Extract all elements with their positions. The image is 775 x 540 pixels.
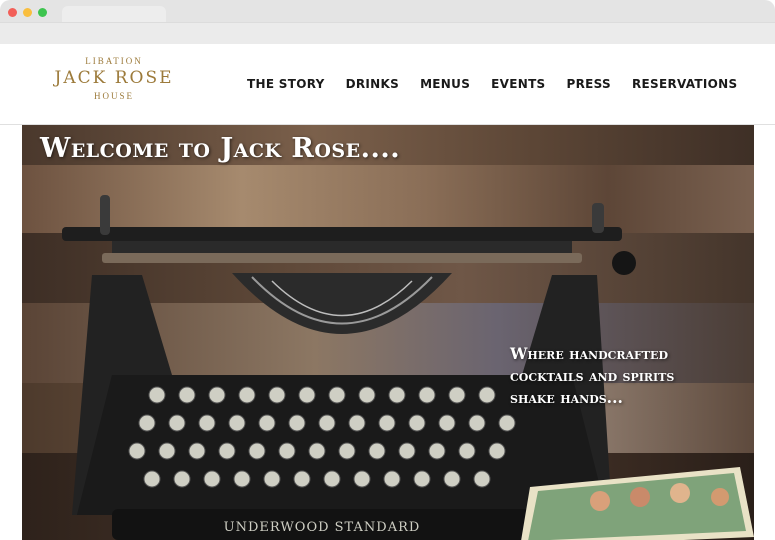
hero-tagline-line: shake hands... <box>510 388 623 407</box>
logo-main-text: JACK ROSE <box>54 68 174 88</box>
nav-item-the-story[interactable]: THE STORY <box>247 77 325 91</box>
hero-tagline-line: Where handcrafted <box>510 344 668 363</box>
hero-tagline: Where handcrafted cocktails and spirits … <box>510 343 750 409</box>
hero-tagline-line: cocktails and spirits <box>510 366 675 385</box>
minimize-window-icon[interactable] <box>23 8 32 17</box>
main-nav: THE STORY DRINKS MENUS EVENTS PRESS RESE… <box>247 77 737 91</box>
logo[interactable]: LIBATION JACK ROSE HOUSE <box>50 54 178 112</box>
nav-item-drinks[interactable]: DRINKS <box>346 77 399 91</box>
site-header: LIBATION JACK ROSE HOUSE THE STORY DRINK… <box>0 44 775 125</box>
logo-bottom-text: HOUSE <box>93 91 134 101</box>
logo-top-text: LIBATION <box>85 56 143 66</box>
nav-item-reservations[interactable]: RESERVATIONS <box>632 77 737 91</box>
maximize-window-icon[interactable] <box>38 8 47 17</box>
hero-title: Welcome to Jack Rose.... <box>40 133 401 164</box>
address-bar[interactable] <box>0 22 775 44</box>
nav-item-events[interactable]: EVENTS <box>491 77 545 91</box>
hero-banner: UNDERWOOD STANDARD Welcome to Jack Rose.… <box>22 125 754 540</box>
nav-item-menus[interactable]: MENUS <box>420 77 470 91</box>
typewriter-brand-text: UNDERWOOD STANDARD <box>224 520 421 535</box>
book-image <box>521 467 754 540</box>
browser-chrome <box>0 0 775 44</box>
nav-item-press[interactable]: PRESS <box>567 77 611 91</box>
close-window-icon[interactable] <box>8 8 17 17</box>
